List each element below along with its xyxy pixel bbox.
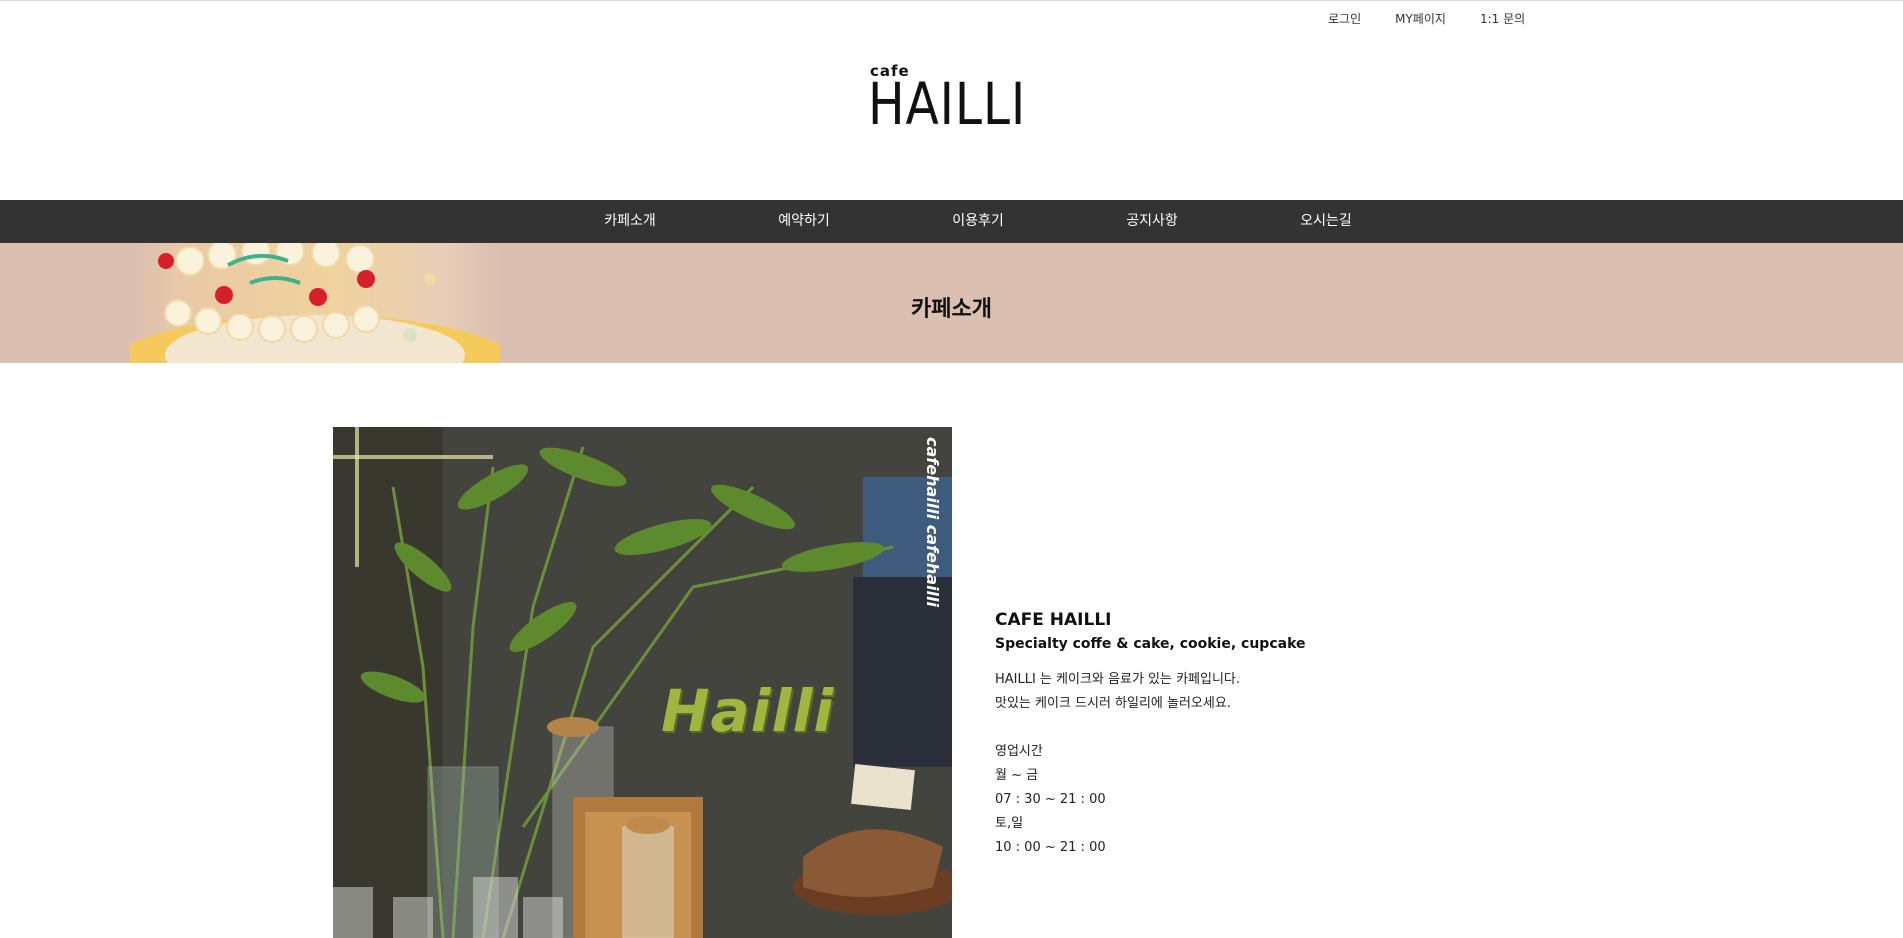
nav-item-reservation[interactable]: 예약하기 <box>717 200 891 243</box>
photo-sign-text: Hailli <box>661 677 835 745</box>
nav-item-about[interactable]: 카페소개 <box>543 200 717 243</box>
cafe-tagline: Specialty coffe & cake, cookie, cupcake <box>995 636 1306 652</box>
hours-title: 영업시간 <box>995 744 1043 759</box>
logo-big-text: HAILLI <box>868 70 1027 138</box>
cafe-name: CAFE HAILLI <box>995 610 1112 630</box>
top-border-line <box>0 0 1903 1</box>
description-line-1: HAILLI 는 케이크와 음료가 있는 카페입니다. <box>995 672 1241 687</box>
photo-vertical-text: cafehailli cafehailli <box>923 437 942 608</box>
main-nav: 카페소개 예약하기 이용후기 공지사항 오시는길 <box>0 200 1903 243</box>
weekday-label: 월 ~ 금 <box>995 768 1039 783</box>
login-link[interactable]: 로그인 <box>1328 10 1361 27</box>
weekend-hours: 10 : 00 ~ 21 : 00 <box>995 840 1106 855</box>
cafe-logo[interactable]: cafe HAILLI <box>868 58 1038 138</box>
nav-item-reviews[interactable]: 이용후기 <box>891 200 1065 243</box>
mypage-link[interactable]: MY페이지 <box>1395 10 1446 27</box>
page-hero-banner: 카페소개 <box>0 243 1903 363</box>
weekend-label: 토,일 <box>995 816 1024 831</box>
page-title: 카페소개 <box>911 297 992 322</box>
nav-item-notice[interactable]: 공지사항 <box>1065 200 1239 243</box>
inquiry-link[interactable]: 1:1 문의 <box>1480 10 1525 27</box>
cafe-info: CAFE HAILLI Specialty coffe & cake, cook… <box>995 610 1395 860</box>
weekday-hours: 07 : 30 ~ 21 : 00 <box>995 792 1106 807</box>
utility-nav: 로그인 MY페이지 1:1 문의 <box>1328 10 1525 27</box>
cafe-description: HAILLI 는 케이크와 음료가 있는 카페입니다. 맛있는 케이크 드시러 … <box>995 668 1395 716</box>
business-hours: 영업시간 월 ~ 금 07 : 30 ~ 21 : 00 토,일 10 : 00… <box>995 740 1395 860</box>
nav-item-directions[interactable]: 오시는길 <box>1239 200 1413 243</box>
cafe-interior-photo: cafehailli cafehailli Hailli <box>333 427 952 938</box>
description-line-2: 맛있는 케이크 드시러 하일리에 놀러오세요. <box>995 696 1231 711</box>
